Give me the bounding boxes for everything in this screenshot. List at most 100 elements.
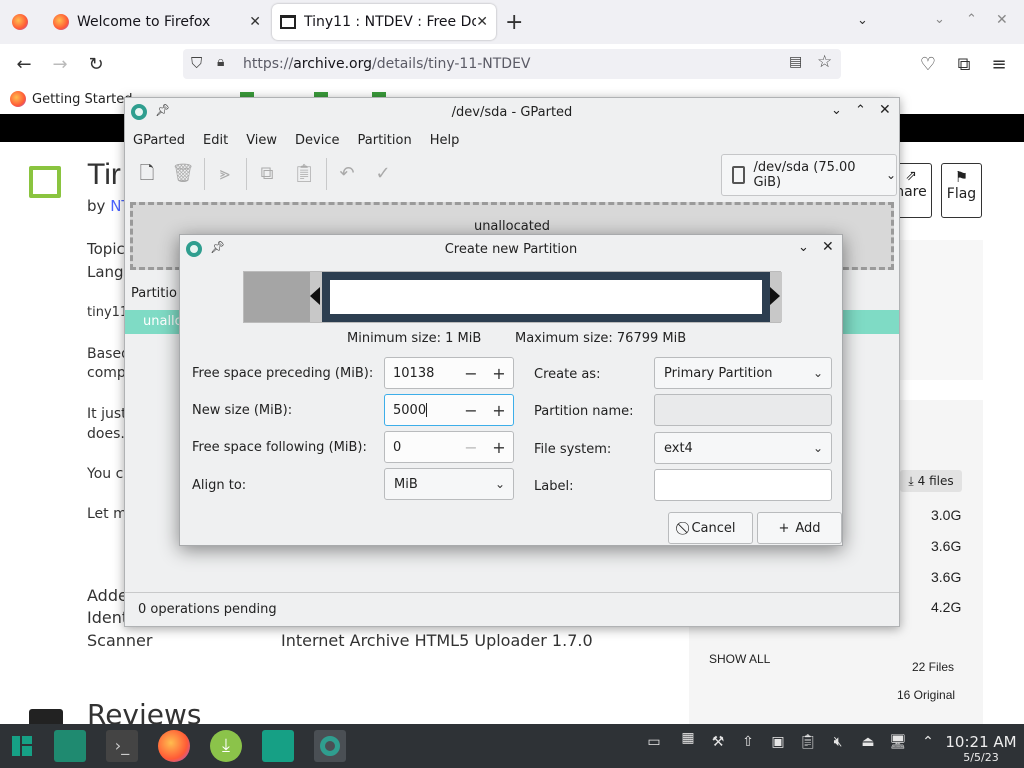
menu-partition[interactable]: Partition xyxy=(348,133,420,148)
add-label: Add xyxy=(795,520,821,536)
increment-icon[interactable]: + xyxy=(485,401,513,420)
network-icon[interactable]: 🖥︎ xyxy=(887,734,909,750)
free-following-value[interactable]: 0 xyxy=(385,440,457,455)
label-field[interactable] xyxy=(654,469,832,501)
minimize-icon[interactable]: ⌄ xyxy=(831,103,842,118)
gparted-taskbar-icon[interactable] xyxy=(314,730,346,762)
menu-view[interactable]: View xyxy=(236,133,285,148)
free-preceding-spinner[interactable]: 10138 − + xyxy=(384,357,514,389)
resize-graph[interactable] xyxy=(243,271,782,323)
new-size-value[interactable]: 5000 xyxy=(385,403,457,418)
device-selector[interactable]: /dev/sda (75.00 GiB) ⌄ xyxy=(721,154,897,196)
maximize-icon[interactable]: ⌃ xyxy=(855,103,866,118)
dialog-title: Create new Partition xyxy=(444,241,578,257)
reload-icon[interactable]: ↻ xyxy=(85,54,107,75)
manjaro-settings-icon[interactable] xyxy=(262,730,294,762)
tray-expand-icon[interactable]: ⌃ xyxy=(917,734,939,750)
paste-icon[interactable]: 📋︎ xyxy=(290,160,318,188)
copy-icon[interactable]: ⧉ xyxy=(253,160,281,188)
increment-icon[interactable]: + xyxy=(485,438,513,457)
files-badge[interactable]: ⤓ 4 files xyxy=(900,470,962,492)
network-tools-icon[interactable]: ⚒ xyxy=(707,734,729,750)
partition-name-field[interactable] xyxy=(654,394,832,426)
bookmark-getting-started[interactable]: Getting Started xyxy=(10,91,133,107)
free-following-spinner[interactable]: 0 − + xyxy=(384,431,514,463)
minimize-icon[interactable]: ⌄ xyxy=(934,12,945,27)
updates-icon[interactable]: ⇧ xyxy=(737,734,759,750)
extensions-icon[interactable]: ⧉ xyxy=(953,54,975,75)
terminal-tray-icon[interactable]: ▣ xyxy=(767,734,789,750)
forward-icon[interactable]: → xyxy=(49,54,71,75)
tab-welcome[interactable]: Welcome to Firefox ✕ xyxy=(45,4,269,40)
menu-edit[interactable]: Edit xyxy=(193,133,236,148)
close-tab-icon[interactable]: ✕ xyxy=(249,14,261,30)
close-window-icon[interactable]: ✕ xyxy=(996,12,1008,28)
partition-name-label: Partition name: xyxy=(534,404,634,419)
file-manager-icon[interactable] xyxy=(54,730,86,762)
manjaro-menu-icon[interactable] xyxy=(6,730,38,762)
pin-icon[interactable]: 📌︎ xyxy=(210,240,225,254)
increment-icon[interactable]: + xyxy=(485,364,513,383)
disk-icon xyxy=(732,166,746,184)
menu-help[interactable]: Help xyxy=(420,133,468,148)
status-bar: 0 operations pending xyxy=(125,592,899,626)
new-size-spinner[interactable]: 5000 − + xyxy=(384,394,514,426)
close-icon[interactable]: ✕ xyxy=(822,239,834,255)
decrement-icon[interactable]: − xyxy=(457,438,485,457)
clock-time: 10:21 AM xyxy=(945,733,1017,751)
pin-icon[interactable]: 📌︎ xyxy=(155,103,170,117)
show-desktop-icon[interactable]: ▭ xyxy=(643,734,665,750)
gparted-app-icon xyxy=(186,241,202,257)
new-partition-bar[interactable] xyxy=(322,272,770,322)
volume-muted-icon[interactable]: 🔇︎ xyxy=(827,734,849,750)
partition-fill xyxy=(330,280,762,314)
bookmark-star-icon[interactable]: ☆ xyxy=(817,52,832,72)
clock[interactable]: 10:21 AM 5/5/23 xyxy=(944,733,1018,764)
list-tabs-icon[interactable]: ⌄ xyxy=(857,13,868,28)
decrement-icon[interactable]: − xyxy=(457,364,485,383)
menu-device[interactable]: Device xyxy=(285,133,347,148)
flag-button[interactable]: ⚑ Flag xyxy=(941,163,982,218)
pocket-icon[interactable]: ♡ xyxy=(917,54,939,75)
files-original: 16 Original xyxy=(897,688,956,702)
create-as-combo[interactable]: Primary Partition ⌄ xyxy=(654,357,832,389)
tab-tiny11[interactable]: Tiny11 : NTDEV : Free Down ✕ xyxy=(272,4,496,40)
terminal-icon[interactable]: ›_ xyxy=(106,730,138,762)
logo-part xyxy=(12,736,20,756)
close-tab-icon[interactable]: ✕ xyxy=(476,14,488,30)
reader-view-icon[interactable]: ▤ xyxy=(789,54,802,70)
new-partition-icon[interactable]: 🗋︎ xyxy=(133,160,161,188)
back-icon[interactable]: ← xyxy=(13,54,35,75)
left-arrow-icon xyxy=(310,287,320,305)
url-bar[interactable]: ⛉ 🔒︎ https://archive.org/details/tiny-11… xyxy=(183,49,841,79)
hamburger-menu-icon[interactable]: ≡ xyxy=(988,54,1010,75)
new-tab-icon[interactable]: + xyxy=(505,10,523,35)
cancel-button[interactable]: ⃠ Cancel xyxy=(668,512,753,544)
add-button[interactable]: + Add xyxy=(757,512,842,544)
close-icon[interactable]: ✕ xyxy=(879,102,891,118)
download-manager-icon[interactable]: ⤓ xyxy=(210,730,242,762)
lock-icon[interactable]: 🔒︎ xyxy=(217,54,224,70)
firefox-menu-icon[interactable] xyxy=(12,14,28,30)
clipboard-icon[interactable]: 📋︎ xyxy=(797,734,819,750)
maximize-icon[interactable]: ⌃ xyxy=(966,12,977,27)
apply-icon[interactable]: ✓ xyxy=(369,160,397,188)
free-preceding-value[interactable]: 10138 xyxy=(385,366,457,381)
workspace-icon[interactable]: ▦ xyxy=(677,730,699,746)
delete-icon[interactable]: 🗑︎ xyxy=(169,160,197,188)
description-text: does. xyxy=(87,426,125,442)
chevron-down-icon: ⌄ xyxy=(885,168,896,182)
firefox-icon[interactable] xyxy=(158,730,190,762)
show-all-link[interactable]: SHOW ALL xyxy=(709,652,770,666)
align-to-combo[interactable]: MiB ⌄ xyxy=(384,468,514,500)
resize-move-icon[interactable]: ⪢ xyxy=(211,160,239,188)
decrement-icon[interactable]: − xyxy=(457,401,485,420)
usb-icon[interactable]: ⏏ xyxy=(857,734,879,750)
shield-icon[interactable]: ⛉ xyxy=(191,54,202,72)
firefox-icon xyxy=(10,91,26,107)
file-system-combo[interactable]: ext4 ⌄ xyxy=(654,432,832,464)
menu-gparted[interactable]: GParted xyxy=(125,133,193,148)
undo-icon[interactable]: ↶ xyxy=(333,160,361,188)
menu-bar: GParted Edit View Device Partition Help xyxy=(125,126,899,154)
minimize-icon[interactable]: ⌄ xyxy=(798,240,809,255)
